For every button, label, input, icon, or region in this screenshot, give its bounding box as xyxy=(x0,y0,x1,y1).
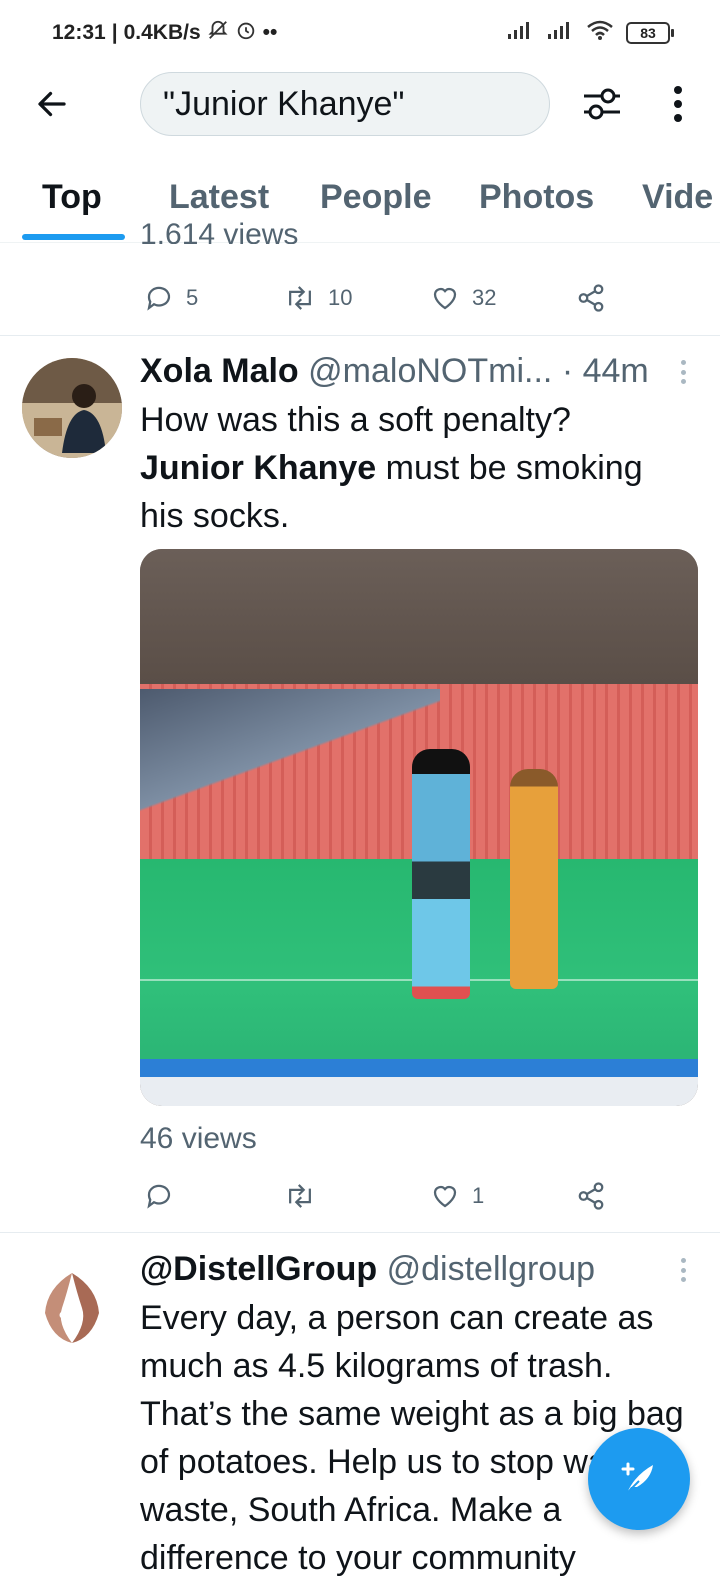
sliders-icon xyxy=(584,88,620,120)
tweet-menu-button[interactable] xyxy=(671,356,695,388)
tab-videos[interactable]: Vide xyxy=(642,178,713,217)
search-highlight: Junior Khanye xyxy=(140,449,377,487)
prev-tweet-actions: 5 10 32 xyxy=(140,278,620,318)
signal-icon-2 xyxy=(546,20,574,46)
tab-photos[interactable]: Photos xyxy=(479,178,594,217)
vertical-dots-icon xyxy=(674,86,682,122)
tweet-text: Every day, a person can create as much a… xyxy=(140,1299,684,1577)
compose-tweet-button[interactable] xyxy=(588,1428,690,1530)
alarm-icon xyxy=(235,19,257,47)
battery-icon: 83 xyxy=(626,22,674,44)
more-options-button[interactable] xyxy=(660,80,696,128)
search-tabs: Top Latest People Photos Vide xyxy=(0,160,720,243)
network-speed: 0.4KB/s xyxy=(123,21,201,44)
filter-button[interactable] xyxy=(576,80,628,128)
compose-feather-icon xyxy=(621,1462,653,1494)
tweet-header: @DistellGroup @distellgroup xyxy=(140,1250,595,1289)
wifi-icon xyxy=(586,19,614,47)
arrow-left-icon xyxy=(38,91,66,117)
user-handle[interactable]: @maloNOTmi... xyxy=(308,352,552,390)
user-handle[interactable]: @distellgroup xyxy=(387,1250,595,1288)
heart-icon xyxy=(433,287,457,310)
tweet-header: Xola Malo @maloNOTmi... · 44m xyxy=(140,352,649,391)
reply-icon xyxy=(147,1184,171,1209)
mute-icon xyxy=(207,19,229,47)
tweet-video[interactable] xyxy=(140,549,698,1106)
status-bar: 12:31 | 0.4KB/s •• 83 xyxy=(0,0,720,66)
display-name[interactable]: @DistellGroup xyxy=(140,1250,377,1288)
share-icon xyxy=(578,284,604,312)
tab-people[interactable]: People xyxy=(320,178,431,217)
view-count: 46 views xyxy=(140,1122,257,1155)
retweet-button[interactable]: 10 xyxy=(284,278,352,318)
retweet-icon xyxy=(289,286,311,310)
heart-icon xyxy=(433,1185,457,1208)
like-button[interactable]: 32 xyxy=(430,278,496,318)
player-figure xyxy=(412,749,470,999)
tweet-text: How was this a soft penalty? Junior Khan… xyxy=(140,401,643,535)
reply-icon xyxy=(147,286,171,311)
tab-latest[interactable]: Latest xyxy=(169,178,269,217)
tweet-divider xyxy=(0,1232,720,1233)
brand-logo[interactable] xyxy=(22,1258,122,1358)
like-button[interactable]: 1 xyxy=(430,1176,484,1216)
clock: 12:31 xyxy=(52,21,106,44)
tab-top[interactable]: Top xyxy=(42,178,102,217)
active-tab-indicator xyxy=(22,234,125,240)
share-button[interactable] xyxy=(576,278,606,318)
tweet-divider xyxy=(0,335,720,336)
avatar[interactable] xyxy=(22,358,122,458)
reply-button[interactable] xyxy=(144,1176,186,1216)
back-button[interactable] xyxy=(28,80,76,128)
tweet-actions: 1 xyxy=(140,1176,620,1216)
retweet-icon xyxy=(289,1184,311,1208)
reply-button[interactable]: 5 xyxy=(144,278,198,318)
share-icon xyxy=(578,1182,604,1210)
signal-icon xyxy=(506,20,534,46)
more-notifications-icon: •• xyxy=(262,21,278,44)
search-input[interactable]: "Junior Khanye" xyxy=(140,72,550,136)
display-name[interactable]: Xola Malo xyxy=(140,352,299,390)
retweet-button[interactable] xyxy=(284,1176,328,1216)
share-button[interactable] xyxy=(576,1176,606,1216)
prev-tweet-views: 1,614 views xyxy=(140,222,299,244)
search-header: "Junior Khanye" xyxy=(0,68,720,140)
tweet-menu-button[interactable] xyxy=(671,1254,695,1286)
player-figure xyxy=(510,769,558,989)
tweet-timestamp: · 44m xyxy=(561,352,649,390)
